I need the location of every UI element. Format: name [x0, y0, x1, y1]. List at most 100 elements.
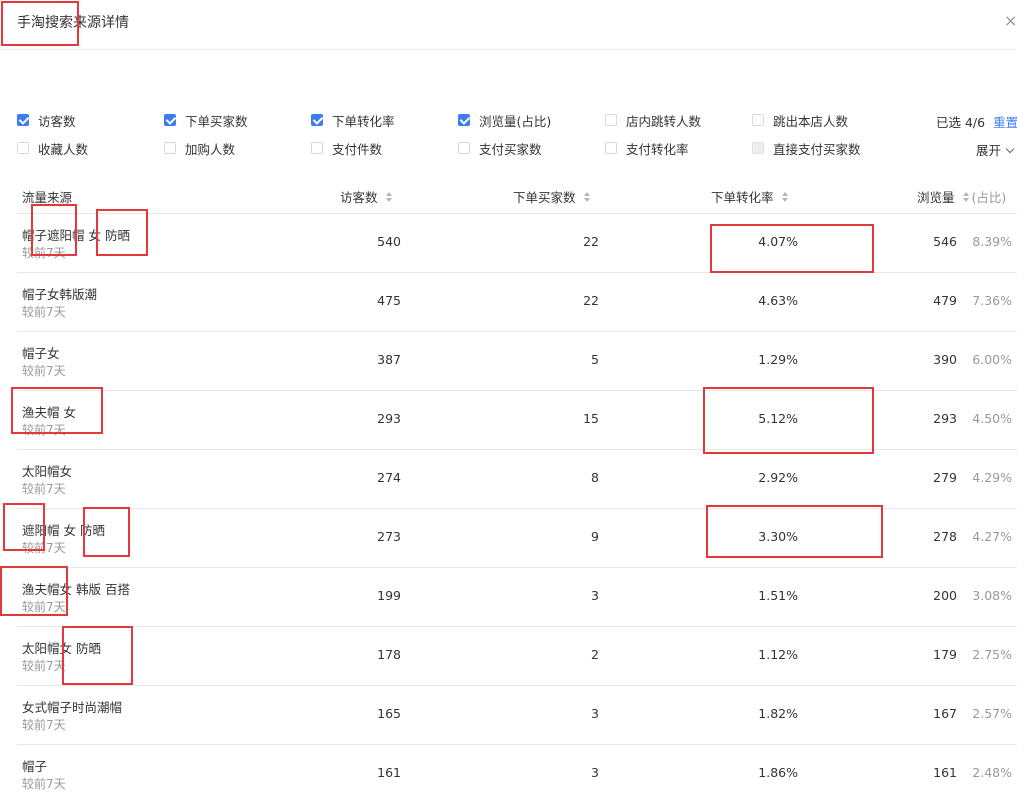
row-source: 帽子女	[22, 346, 60, 361]
metric-checkbox-visitors[interactable]: 访客数	[17, 110, 76, 130]
row-share: 4.27%	[972, 529, 1012, 544]
header-pageviews[interactable]: 浏览量 (占比)	[917, 187, 1006, 206]
row-conversion: 3.30%	[758, 529, 798, 544]
header-source: 流量来源	[22, 187, 72, 206]
row-source: 太阳帽女 防晒	[22, 641, 101, 656]
checkbox-icon[interactable]	[458, 114, 470, 126]
row-pageviews: 179	[933, 647, 957, 662]
row-visitors: 161	[377, 765, 401, 780]
row-source: 帽子	[22, 759, 48, 774]
row-buyers: 9	[591, 529, 599, 544]
row-source: 帽子女韩版潮	[22, 287, 98, 302]
checkbox-icon[interactable]	[458, 142, 470, 154]
row-conversion: 1.12%	[758, 647, 798, 662]
checkbox-icon	[752, 142, 764, 154]
expand-button[interactable]: 展开	[976, 140, 1015, 159]
header-conversion[interactable]: 下单转化率	[711, 187, 788, 206]
row-visitors: 199	[377, 588, 401, 603]
metric-checkbox-paid-conversion[interactable]: 支付转化率	[605, 138, 689, 158]
row-visitors: 387	[377, 352, 401, 367]
checkbox-icon[interactable]	[605, 114, 617, 126]
row-compare[interactable]: 较前7天	[22, 303, 66, 320]
metric-checkbox-order-conversion[interactable]: 下单转化率	[311, 110, 395, 130]
sort-icon[interactable]	[583, 191, 590, 202]
row-conversion: 1.82%	[758, 706, 798, 721]
sort-icon[interactable]	[385, 191, 392, 202]
chevron-down-icon	[1005, 144, 1015, 154]
row-buyers: 3	[591, 765, 599, 780]
metric-checkbox-direct-paid-buyers: 直接支付买家数	[752, 138, 861, 158]
table-row: 帽子遮阳帽 女 防晒 较前7天 540 22 4.07% 546 8.39%	[17, 214, 1017, 273]
row-compare[interactable]: 较前7天	[22, 598, 66, 615]
metric-checkbox-bounce[interactable]: 跳出本店人数	[752, 110, 848, 130]
row-compare[interactable]: 较前7天	[22, 362, 66, 379]
row-visitors: 540	[377, 234, 401, 249]
row-pageviews: 279	[933, 470, 957, 485]
row-conversion: 4.07%	[758, 234, 798, 249]
table-row: 渔夫帽女 韩版 百搭 较前7天 199 3 1.51% 200 3.08%	[17, 568, 1017, 627]
row-compare[interactable]: 较前7天	[22, 480, 66, 497]
row-visitors: 178	[377, 647, 401, 662]
metric-checkbox-store-jumps[interactable]: 店内跳转人数	[605, 110, 701, 130]
row-compare[interactable]: 较前7天	[22, 716, 66, 733]
metric-label: 直接支付买家数	[773, 141, 861, 157]
row-pageviews: 479	[933, 293, 957, 308]
reset-link[interactable]: 重置	[993, 115, 1017, 130]
checkbox-icon[interactable]	[311, 142, 323, 154]
metric-checkbox-favorites[interactable]: 收藏人数	[17, 138, 88, 158]
metric-label: 收藏人数	[38, 141, 89, 157]
table-row: 遮阳帽 女 防晒 较前7天 273 9 3.30% 278 4.27%	[17, 509, 1017, 568]
sort-icon[interactable]	[962, 191, 969, 202]
row-share: 4.29%	[972, 470, 1012, 485]
metric-checkbox-pageviews[interactable]: 浏览量(占比)	[458, 110, 551, 130]
metric-checkbox-paid-buyers[interactable]: 支付买家数	[458, 138, 542, 158]
checkbox-icon[interactable]	[17, 114, 29, 126]
row-compare[interactable]: 较前7天	[22, 775, 66, 792]
table-row: 帽子 较前7天 161 3 1.86% 161 2.48%	[17, 745, 1017, 797]
metric-label: 浏览量(占比)	[479, 113, 552, 129]
row-conversion: 1.51%	[758, 588, 798, 603]
header-source-label: 流量来源	[22, 190, 73, 205]
checkbox-icon[interactable]	[605, 142, 617, 154]
checkbox-icon[interactable]	[311, 114, 323, 126]
metric-checkbox-order-buyers[interactable]: 下单买家数	[164, 110, 248, 130]
row-share: 7.36%	[972, 293, 1012, 308]
row-share: 6.00%	[972, 352, 1012, 367]
metric-label: 店内跳转人数	[626, 113, 702, 129]
row-pageviews: 293	[933, 411, 957, 426]
row-visitors: 165	[377, 706, 401, 721]
row-buyers: 22	[583, 234, 599, 249]
checkbox-icon[interactable]	[17, 142, 29, 154]
metric-checkbox-paid-items[interactable]: 支付件数	[311, 138, 382, 158]
header-visitors[interactable]: 访客数	[340, 187, 392, 206]
row-buyers: 3	[591, 588, 599, 603]
header-buyers-label: 下单买家数	[513, 190, 576, 205]
row-compare[interactable]: 较前7天	[22, 244, 66, 261]
row-share: 4.50%	[972, 411, 1012, 426]
checkbox-icon[interactable]	[164, 114, 176, 126]
close-icon[interactable]: ×	[1004, 12, 1017, 30]
selected-count-text: 已选 4/6	[936, 115, 986, 130]
metric-row-1: 访客数 下单买家数 下单转化率 浏览量(占比) 店内跳转人数 跳出本店人数	[0, 110, 1017, 130]
sort-icon[interactable]	[781, 191, 788, 202]
row-compare[interactable]: 较前7天	[22, 539, 66, 556]
row-visitors: 475	[377, 293, 401, 308]
expand-label: 展开	[976, 143, 1002, 158]
row-pageviews: 390	[933, 352, 957, 367]
row-pageviews: 546	[933, 234, 957, 249]
table-row: 帽子女 较前7天 387 5 1.29% 390 6.00%	[17, 332, 1017, 391]
table-row: 太阳帽女 较前7天 274 8 2.92% 279 4.29%	[17, 450, 1017, 509]
metric-label: 下单买家数	[185, 113, 248, 129]
row-buyers: 22	[583, 293, 599, 308]
checkbox-icon[interactable]	[752, 114, 764, 126]
metric-label: 支付转化率	[626, 141, 689, 157]
header-buyers[interactable]: 下单买家数	[513, 187, 590, 206]
row-compare[interactable]: 较前7天	[22, 657, 66, 674]
row-compare[interactable]: 较前7天	[22, 421, 66, 438]
metric-checkbox-add-cart[interactable]: 加购人数	[164, 138, 235, 158]
dialog-title: 手淘搜索来源详情	[17, 15, 129, 31]
metric-row-2: 收藏人数 加购人数 支付件数 支付买家数 支付转化率 直接支付买家数	[0, 138, 1017, 158]
row-source: 太阳帽女	[22, 464, 73, 479]
row-conversion: 1.29%	[758, 352, 798, 367]
checkbox-icon[interactable]	[164, 142, 176, 154]
